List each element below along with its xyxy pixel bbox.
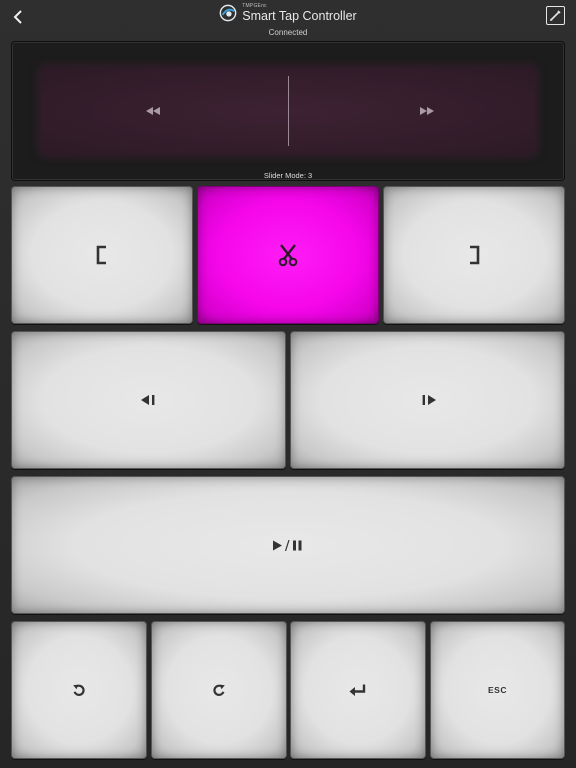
next-frame-button[interactable] (290, 331, 565, 469)
rewind-icon (146, 107, 160, 115)
jog-slider[interactable] (41, 68, 535, 154)
mark-out-bracket-icon (470, 245, 480, 265)
play-pause-button[interactable] (11, 476, 565, 614)
connection-status: Connected (268, 28, 308, 38)
scissors-icon (278, 244, 298, 267)
play-pause-icon (273, 539, 302, 551)
mark-in-bracket-icon (96, 245, 106, 265)
previous-frame-button[interactable] (11, 331, 286, 469)
escape-button[interactable]: ESC (430, 621, 565, 759)
fast-forward-icon (420, 107, 434, 115)
next-frame-icon (422, 395, 436, 405)
slider-panel: Slider Mode: 3 (11, 41, 565, 181)
pencil-edit-icon (550, 10, 561, 21)
slider-mode-label: Slider Mode: 3 (263, 171, 313, 180)
tmpgenc-logo-icon (219, 4, 237, 22)
previous-frame-icon (140, 395, 154, 405)
redo-icon (213, 684, 225, 696)
mark-in-button[interactable] (11, 186, 193, 324)
top-bar: TMPGEnc Smart Tap Controller Connected (0, 0, 576, 40)
redo-button[interactable] (151, 621, 287, 759)
enter-icon (349, 684, 366, 696)
fast-forward-zone[interactable] (417, 104, 437, 118)
cut-button[interactable] (197, 186, 379, 324)
slider-center-line (288, 76, 289, 146)
title-area: TMPGEnc Smart Tap Controller Connected (0, 4, 576, 37)
escape-label: ESC (488, 685, 507, 695)
mark-out-button[interactable] (383, 186, 565, 324)
rewind-zone[interactable] (143, 104, 163, 118)
undo-icon (73, 684, 85, 696)
enter-button[interactable] (290, 621, 426, 759)
undo-button[interactable] (11, 621, 147, 759)
app-title: Smart Tap Controller (242, 9, 357, 23)
edit-button[interactable] (546, 6, 565, 25)
